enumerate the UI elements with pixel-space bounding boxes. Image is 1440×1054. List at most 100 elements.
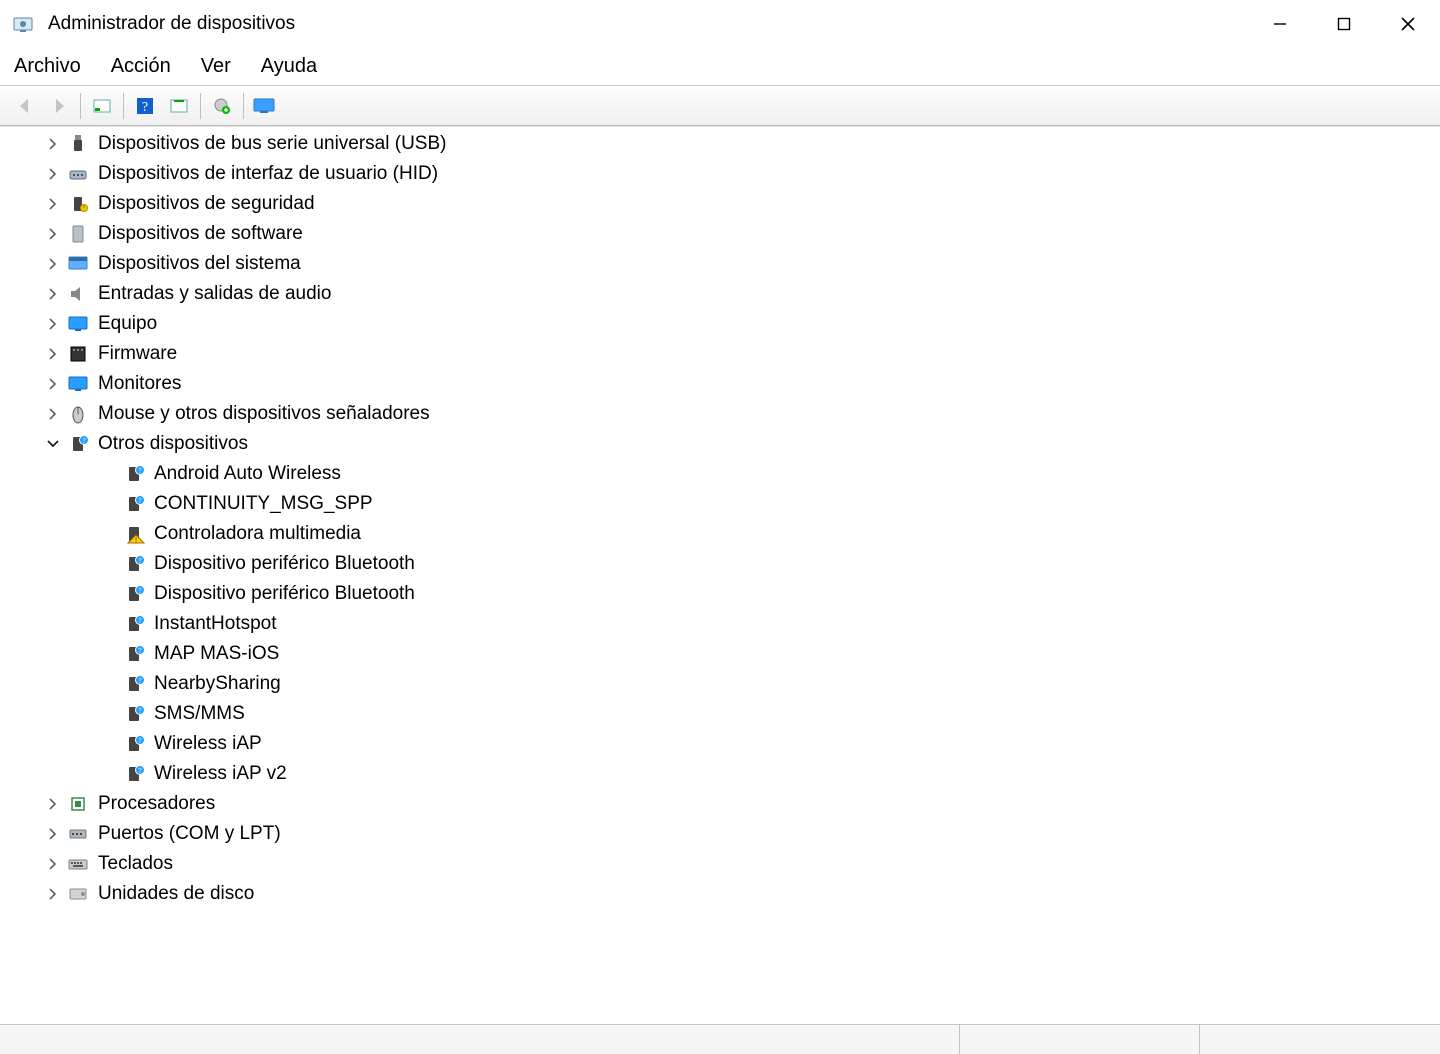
Puertos (COM y LPT) device-icon xyxy=(66,822,90,846)
properties-button[interactable] xyxy=(163,91,195,121)
tree-category-4[interactable]: Dispositivos del sistema xyxy=(0,249,1440,279)
node-label: Wireless iAP xyxy=(154,733,262,755)
expander-placeholder xyxy=(100,555,118,573)
tree-category-9[interactable]: Mouse y otros dispositivos señaladores xyxy=(0,399,1440,429)
expander-icon[interactable] xyxy=(44,885,62,903)
maximize-button[interactable] xyxy=(1312,0,1376,48)
tree-category-2[interactable]: Dispositivos de seguridad xyxy=(0,189,1440,219)
tree-child-10-10[interactable]: Wireless iAP v2 xyxy=(0,759,1440,789)
tree-category-13[interactable]: Teclados xyxy=(0,849,1440,879)
Dispositivos de interfaz de usuario (HID) device-icon xyxy=(66,162,90,186)
Dispositivos de seguridad device-icon xyxy=(66,192,90,216)
node-label: Dispositivos de interfaz de usuario (HID… xyxy=(98,163,438,185)
MAP MAS-iOS device-icon xyxy=(122,642,146,666)
expander-icon[interactable] xyxy=(44,435,62,453)
Dispositivos de software device-icon xyxy=(66,222,90,246)
node-label: Dispositivos de bus serie universal (USB… xyxy=(98,133,446,155)
menu-ayuda[interactable]: Ayuda xyxy=(261,55,317,78)
tree-category-10[interactable]: Otros dispositivos xyxy=(0,429,1440,459)
expander-icon[interactable] xyxy=(44,315,62,333)
node-label: Teclados xyxy=(98,853,173,875)
expander-placeholder xyxy=(100,705,118,723)
InstantHotspot device-icon xyxy=(122,612,146,636)
Firmware device-icon xyxy=(66,342,90,366)
node-label: CONTINUITY_MSG_SPP xyxy=(154,493,373,515)
expander-icon[interactable] xyxy=(44,285,62,303)
node-label: Dispositivos de seguridad xyxy=(98,193,315,215)
node-label: Equipo xyxy=(98,313,157,335)
Monitores device-icon xyxy=(66,372,90,396)
close-button[interactable] xyxy=(1376,0,1440,48)
device-tree[interactable]: Dispositivos de bus serie universal (USB… xyxy=(0,127,1440,1024)
tree-category-7[interactable]: Firmware xyxy=(0,339,1440,369)
expander-icon[interactable] xyxy=(44,405,62,423)
app-icon xyxy=(12,13,34,35)
menu-archivo[interactable]: Archivo xyxy=(14,55,81,78)
tree-category-12[interactable]: Puertos (COM y LPT) xyxy=(0,819,1440,849)
menubar: Archivo Acción Ver Ayuda xyxy=(0,48,1440,86)
tree-category-14[interactable]: Unidades de disco xyxy=(0,879,1440,909)
node-label: Dispositivos del sistema xyxy=(98,253,301,275)
expander-icon[interactable] xyxy=(44,825,62,843)
tree-category-0[interactable]: Dispositivos de bus serie universal (USB… xyxy=(0,129,1440,159)
node-label: SMS/MMS xyxy=(154,703,245,725)
node-label: Dispositivo periférico Bluetooth xyxy=(154,583,415,605)
expander-placeholder xyxy=(100,675,118,693)
window-title: Administrador de dispositivos xyxy=(48,13,295,35)
back-button[interactable] xyxy=(9,91,41,121)
tree-child-10-8[interactable]: SMS/MMS xyxy=(0,699,1440,729)
show-hidden-button[interactable] xyxy=(86,91,118,121)
tree-child-10-3[interactable]: Dispositivo periférico Bluetooth xyxy=(0,549,1440,579)
tree-category-11[interactable]: Procesadores xyxy=(0,789,1440,819)
Controladora multimedia device-icon xyxy=(122,522,146,546)
expander-icon[interactable] xyxy=(44,345,62,363)
Procesadores device-icon xyxy=(66,792,90,816)
expander-icon[interactable] xyxy=(44,795,62,813)
tree-child-10-5[interactable]: InstantHotspot xyxy=(0,609,1440,639)
tree-child-10-9[interactable]: Wireless iAP xyxy=(0,729,1440,759)
Android Auto Wireless device-icon xyxy=(122,462,146,486)
scan-hardware-button[interactable] xyxy=(249,91,281,121)
Dispositivo periférico Bluetooth device-icon xyxy=(122,552,146,576)
minimize-button[interactable] xyxy=(1248,0,1312,48)
tree-child-10-6[interactable]: MAP MAS-iOS xyxy=(0,639,1440,669)
expander-placeholder xyxy=(100,465,118,483)
statusbar xyxy=(0,1024,1440,1054)
node-label: Firmware xyxy=(98,343,177,365)
tree-child-10-4[interactable]: Dispositivo periférico Bluetooth xyxy=(0,579,1440,609)
node-label: NearbySharing xyxy=(154,673,281,695)
expander-icon[interactable] xyxy=(44,135,62,153)
tree-category-8[interactable]: Monitores xyxy=(0,369,1440,399)
menu-ver[interactable]: Ver xyxy=(201,55,231,78)
expander-placeholder xyxy=(100,585,118,603)
help-button[interactable] xyxy=(129,91,161,121)
Entradas y salidas de audio device-icon xyxy=(66,282,90,306)
tree-child-10-2[interactable]: Controladora multimedia xyxy=(0,519,1440,549)
expander-icon[interactable] xyxy=(44,195,62,213)
node-label: InstantHotspot xyxy=(154,613,277,635)
menu-accion[interactable]: Acción xyxy=(111,55,171,78)
expander-icon[interactable] xyxy=(44,855,62,873)
node-label: Monitores xyxy=(98,373,181,395)
expander-placeholder xyxy=(100,495,118,513)
expander-icon[interactable] xyxy=(44,375,62,393)
Unidades de disco device-icon xyxy=(66,882,90,906)
tree-child-10-1[interactable]: CONTINUITY_MSG_SPP xyxy=(0,489,1440,519)
expander-icon[interactable] xyxy=(44,165,62,183)
node-label: Wireless iAP v2 xyxy=(154,763,287,785)
Teclados device-icon xyxy=(66,852,90,876)
expander-icon[interactable] xyxy=(44,255,62,273)
tree-child-10-7[interactable]: NearbySharing xyxy=(0,669,1440,699)
expander-icon[interactable] xyxy=(44,225,62,243)
toolbar-separator xyxy=(80,93,81,119)
toolbar-separator xyxy=(123,93,124,119)
tree-child-10-0[interactable]: Android Auto Wireless xyxy=(0,459,1440,489)
tree-category-3[interactable]: Dispositivos de software xyxy=(0,219,1440,249)
tree-category-6[interactable]: Equipo xyxy=(0,309,1440,339)
forward-button[interactable] xyxy=(43,91,75,121)
add-hardware-button[interactable] xyxy=(206,91,238,121)
tree-category-5[interactable]: Entradas y salidas de audio xyxy=(0,279,1440,309)
tree-category-1[interactable]: Dispositivos de interfaz de usuario (HID… xyxy=(0,159,1440,189)
expander-placeholder xyxy=(100,645,118,663)
node-label: Unidades de disco xyxy=(98,883,254,905)
